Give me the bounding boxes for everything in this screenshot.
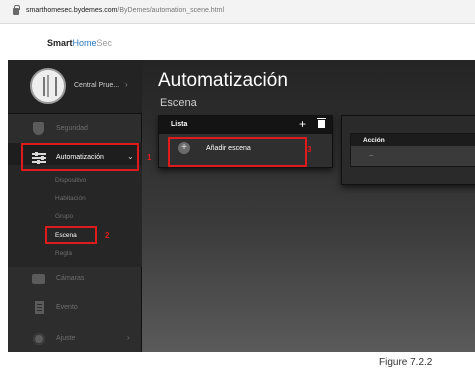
annotation-box-add-scene [168,137,307,167]
url-host: smarthomesec.bydemes.com [26,7,118,14]
gear-icon [33,333,45,345]
sidebar-item-label: Cámaras [56,275,85,282]
sidebar-item-label: Evento [56,304,78,311]
sidebar-item-ajuste[interactable]: Ajuste › [8,324,142,352]
action-panel: Acción -- [341,115,475,185]
brand-part-2: Home [72,38,97,48]
panel-title: Lista [171,121,188,128]
figure-caption: Figure 7.2.2 [379,357,433,368]
profile-name: Central Prue... [74,82,120,89]
sidebar-item-camaras[interactable]: Cámaras [8,264,142,294]
action-header: Acción [351,134,475,146]
panel-header: Lista + [159,116,332,134]
profile-header[interactable]: Central Prue... › [8,60,142,114]
action-row-value: -- [369,153,373,159]
brand-bar: SmartHomeSec [0,24,475,60]
sidebar-item-label: Seguridad [56,125,88,132]
submenu-item-regla[interactable]: Regla [55,250,72,257]
submenu-item-grupo[interactable]: Grupo [55,213,73,220]
trash-icon[interactable] [317,118,326,128]
url-text[interactable]: smarthomesec.bydemes.com/ByDemes/automat… [26,7,224,14]
page-title: Automatización [158,70,288,91]
brand-part-3: Sec [96,38,113,48]
brand-logo[interactable]: SmartHomeSec [47,38,112,48]
panel-device-avatar [30,68,66,104]
action-title: Acción [363,137,385,144]
brand-part-1: Smart [47,38,73,48]
shield-icon [33,122,44,135]
annotation-box-automatizacion [21,143,139,171]
action-table: Acción -- [350,133,475,167]
url-path: /ByDemes/automation_scene.html [117,7,225,14]
add-icon[interactable]: + [299,117,306,131]
document-icon [35,301,44,314]
lock-icon [13,5,20,15]
page-subtitle: Escena [160,97,197,109]
sidebar-item-label: Ajuste [56,335,76,342]
main-content: Automatización Escena Lista + + Añadir e… [142,60,475,352]
sidebar: Central Prue... › Seguridad Automatizaci… [8,60,142,352]
automation-submenu: Dispositivo Habitación Grupo Escena Regl… [8,165,142,267]
camera-icon [32,274,45,284]
annotation-number: 1 [147,153,152,162]
browser-address-bar[interactable]: smarthomesec.bydemes.com/ByDemes/automat… [0,0,475,24]
submenu-item-dispositivo[interactable]: Dispositivo [55,177,86,184]
chevron-right-icon: › [125,80,128,89]
annotation-number: 3 [307,145,312,154]
app-frame: Central Prue... › Seguridad Automatizaci… [8,60,475,352]
chevron-right-icon: › [127,333,130,342]
annotation-box-escena [45,226,97,244]
annotation-number: 2 [105,231,110,240]
sidebar-item-seguridad[interactable]: Seguridad [8,114,142,144]
sidebar-item-evento[interactable]: Evento [8,293,142,323]
submenu-item-habitacion[interactable]: Habitación [55,195,86,202]
